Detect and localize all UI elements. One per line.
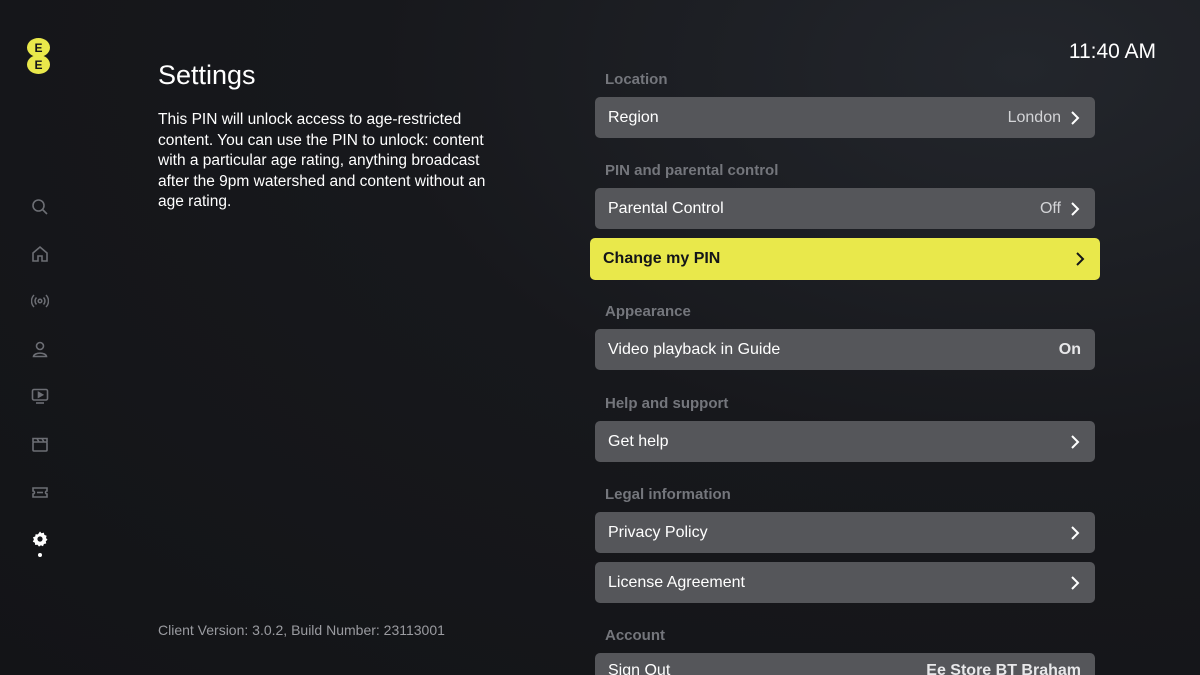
pin-description: This PIN will unlock access to age-restr… — [158, 111, 486, 210]
section-pin: PIN and parental control — [605, 162, 779, 179]
clock: 11:40 AM — [1068, 40, 1156, 63]
chevron-right-icon — [1071, 575, 1080, 590]
chevron-right-icon — [1071, 201, 1080, 216]
change-pin-row[interactable]: Change my PIN — [590, 238, 1100, 280]
privacy-policy-row[interactable]: Privacy Policy — [595, 512, 1095, 553]
client-version: Client Version: 3.0.2, Build Number: 231… — [158, 622, 445, 638]
ee-logo: E E — [27, 38, 51, 76]
video-playback-value: On — [1058, 340, 1081, 358]
search-icon[interactable] — [30, 197, 50, 217]
logo-letter-bottom: E — [27, 55, 50, 74]
sign-out-label: Sign Out — [608, 662, 671, 675]
section-help: Help and support — [605, 395, 729, 412]
video-playback-label: Video playback in Guide — [608, 340, 781, 358]
section-account: Account — [605, 627, 665, 644]
parental-control-value-group: Off — [1040, 200, 1081, 218]
page-title: Settings — [158, 60, 256, 90]
license-agreement-row[interactable]: License Agreement — [595, 562, 1095, 603]
region-value: London — [1007, 108, 1061, 126]
broadcast-icon[interactable] — [30, 291, 50, 311]
video-playback-row[interactable]: Video playback in Guide On — [595, 329, 1095, 370]
profile-icon[interactable] — [30, 339, 50, 359]
get-help-row[interactable]: Get help — [595, 421, 1095, 462]
chevron-right-icon — [1071, 110, 1080, 125]
gear-icon[interactable] — [30, 529, 50, 549]
home-icon[interactable] — [30, 244, 50, 264]
tv-icon[interactable] — [30, 386, 50, 406]
sign-out-row[interactable]: Sign Out Ee Store BT Braham — [595, 653, 1095, 675]
parental-control-row[interactable]: Parental Control Off — [595, 188, 1095, 229]
section-legal: Legal information — [605, 486, 731, 503]
privacy-policy-label: Privacy Policy — [608, 523, 708, 541]
parental-control-value: Off — [1039, 199, 1061, 217]
settings-screen: E E Settings This PIN will unlock access… — [0, 0, 1200, 675]
region-label: Region — [608, 108, 659, 126]
get-help-label: Get help — [608, 432, 669, 450]
parental-control-label: Parental Control — [608, 199, 724, 217]
region-value-group: London — [1008, 109, 1081, 127]
change-pin-label: Change my PIN — [603, 250, 721, 267]
sign-out-account: Ee Store BT Braham — [926, 662, 1081, 675]
section-appearance: Appearance — [605, 303, 691, 320]
chevron-right-icon — [1071, 525, 1080, 540]
ticket-icon[interactable] — [30, 482, 50, 502]
section-location: Location — [605, 71, 668, 88]
clapperboard-icon[interactable] — [30, 434, 50, 454]
chevron-right-icon — [1071, 434, 1080, 449]
chevron-right-icon — [1076, 252, 1085, 266]
region-row[interactable]: Region London — [595, 97, 1095, 138]
license-agreement-label: License Agreement — [608, 573, 745, 591]
active-indicator — [38, 553, 42, 557]
